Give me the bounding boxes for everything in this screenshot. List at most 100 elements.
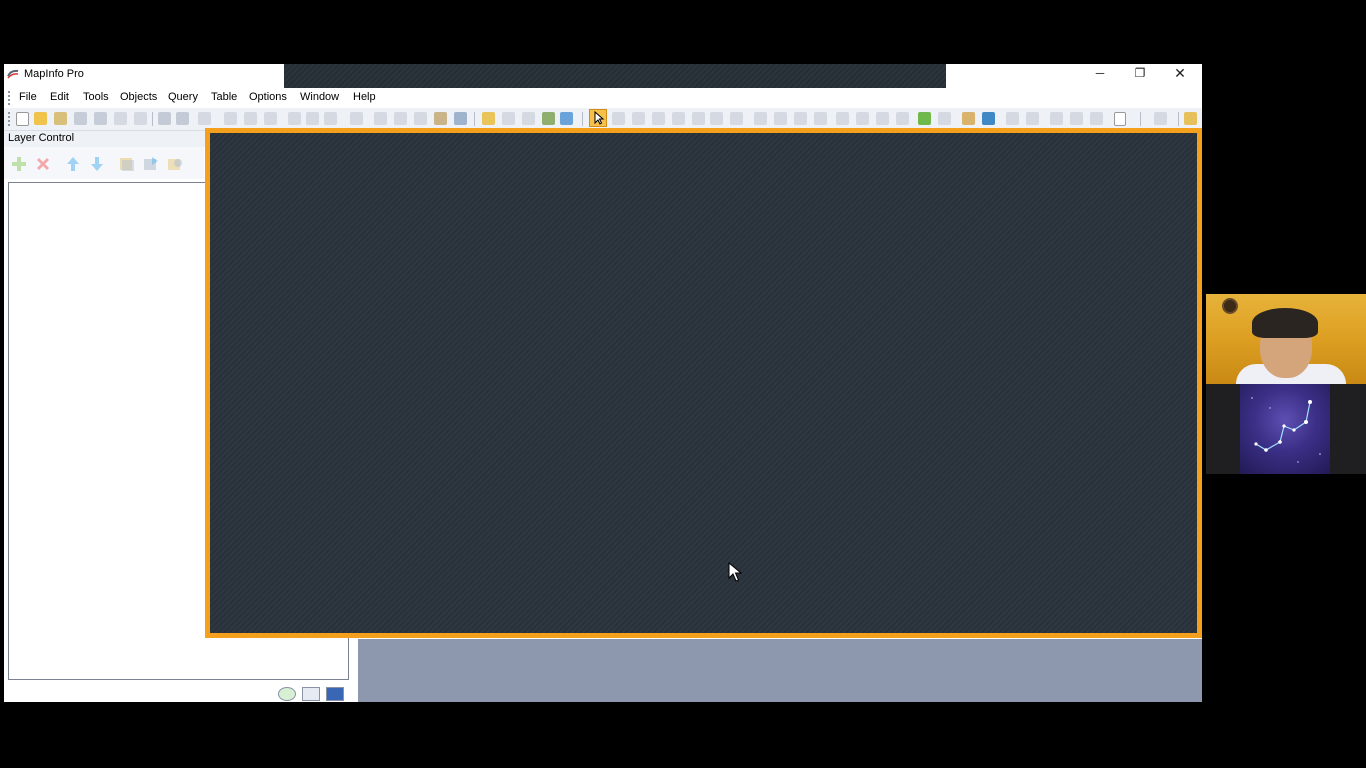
- menu-table[interactable]: Table: [211, 91, 237, 103]
- clip-icon[interactable]: [938, 112, 951, 125]
- title-bar[interactable]: MapInfo Pro ─ ❐ ✕: [4, 64, 1202, 88]
- menu-objects[interactable]: Objects: [120, 91, 157, 103]
- hotlink-icon[interactable]: [560, 112, 573, 125]
- new-table-icon[interactable]: [16, 112, 29, 126]
- restore-button[interactable]: ❐: [1120, 64, 1160, 82]
- move-up-icon[interactable]: [64, 155, 82, 173]
- clock-icon: [1222, 298, 1238, 314]
- mouse-cursor-icon: [728, 562, 742, 582]
- line-style-icon[interactable]: [856, 112, 869, 125]
- browse-icon[interactable]: [224, 112, 237, 125]
- mapinfo-logo-icon: [7, 69, 19, 79]
- change-view-icon[interactable]: [1050, 112, 1063, 125]
- menu-help[interactable]: Help: [353, 91, 376, 103]
- sql-select-icon[interactable]: [482, 112, 495, 125]
- copy-icon[interactable]: [306, 112, 319, 125]
- statistics-icon[interactable]: [414, 112, 427, 125]
- reorder-layers-icon[interactable]: [142, 155, 160, 173]
- sum-icon[interactable]: [982, 112, 995, 125]
- menu-tools[interactable]: Tools: [83, 91, 109, 103]
- map-window[interactable]: [205, 128, 1202, 638]
- title-obscured-area: [284, 64, 946, 88]
- help-icon[interactable]: [326, 687, 344, 701]
- move-down-icon[interactable]: [88, 155, 106, 173]
- layer-properties-icon[interactable]: [118, 155, 136, 173]
- paste-icon[interactable]: [324, 112, 337, 125]
- toolbar-separator: [582, 112, 583, 126]
- refresh-layers-icon[interactable]: [166, 155, 184, 173]
- legend-icon[interactable]: [962, 112, 975, 125]
- toolbar-separator: [1178, 112, 1179, 126]
- show-hide-icon[interactable]: [876, 112, 889, 125]
- open-workspace-icon[interactable]: [54, 112, 67, 125]
- toolbar-separator: [474, 112, 475, 126]
- polygon-select-icon[interactable]: [652, 112, 665, 125]
- print-preview-icon[interactable]: [198, 112, 211, 125]
- zoom-out-icon[interactable]: [730, 112, 743, 125]
- options-icon[interactable]: [302, 687, 320, 701]
- arrow-pointer-icon: [594, 110, 605, 125]
- grabber-icon[interactable]: [754, 112, 767, 125]
- unselect-icon[interactable]: [522, 112, 535, 125]
- toolbar-grip[interactable]: [8, 112, 10, 126]
- browser-icon[interactable]: [1114, 112, 1126, 126]
- layer-control-toolbar: [4, 147, 204, 179]
- symbol-icon[interactable]: [896, 112, 909, 125]
- print-icon[interactable]: [176, 112, 189, 125]
- label-tool-icon[interactable]: [794, 112, 807, 125]
- layer-control-icon[interactable]: [918, 112, 931, 125]
- zoom-in-icon[interactable]: [710, 112, 723, 125]
- save-copy-icon[interactable]: [94, 112, 107, 125]
- query-icon[interactable]: [542, 112, 555, 125]
- previous-view-icon[interactable]: [1070, 112, 1083, 125]
- tool-manager-icon[interactable]: [1184, 112, 1197, 125]
- entire-layer-icon[interactable]: [1090, 112, 1103, 125]
- cut-icon[interactable]: [288, 112, 301, 125]
- select-all-icon[interactable]: [502, 112, 515, 125]
- radius-select-icon[interactable]: [632, 112, 645, 125]
- person-hair: [1252, 308, 1318, 338]
- boundary-select-icon[interactable]: [672, 112, 685, 125]
- webcam-overlay: [1206, 294, 1366, 474]
- window-title: MapInfo Pro: [24, 68, 84, 80]
- toolbar-separator: [152, 112, 153, 126]
- thematic-icon[interactable]: [1006, 112, 1019, 125]
- drag-window-icon[interactable]: [836, 112, 849, 125]
- open-icon[interactable]: [34, 112, 47, 125]
- calculator-icon[interactable]: [454, 112, 467, 125]
- region-icon[interactable]: [692, 112, 705, 125]
- toolbar-separator: [1140, 112, 1141, 126]
- save-table-icon[interactable]: [74, 112, 87, 125]
- info-window-icon[interactable]: [434, 112, 447, 125]
- constellation-icon: [1251, 397, 1321, 463]
- menu-bar: File Edit Tools Objects Query Table Opti…: [4, 88, 1202, 109]
- menu-edit[interactable]: Edit: [50, 91, 69, 103]
- select-tool[interactable]: [589, 109, 607, 127]
- menu-file[interactable]: File: [19, 91, 37, 103]
- undo-icon[interactable]: [114, 112, 127, 125]
- layout-icon[interactable]: [374, 112, 387, 125]
- close-button[interactable]: ✕: [1160, 64, 1200, 82]
- menu-query[interactable]: Query: [168, 91, 198, 103]
- menubar-grip[interactable]: [8, 91, 10, 105]
- remove-layer-icon[interactable]: [34, 155, 52, 173]
- webcam-feed: [1206, 294, 1366, 384]
- map-icon[interactable]: [244, 112, 257, 125]
- minimize-button[interactable]: ─: [1080, 64, 1120, 82]
- ruler-icon[interactable]: [814, 112, 827, 125]
- save-icon[interactable]: [158, 112, 171, 125]
- redo-icon[interactable]: [350, 112, 363, 125]
- graph-icon[interactable]: [264, 112, 277, 125]
- menu-window[interactable]: Window: [300, 91, 339, 103]
- scale-bar-icon[interactable]: [1026, 112, 1039, 125]
- find-icon[interactable]: [134, 112, 147, 125]
- panel-title: Layer Control: [8, 132, 75, 144]
- menu-options[interactable]: Options: [249, 91, 287, 103]
- help-pointer-icon[interactable]: [1154, 112, 1167, 125]
- redistrict-icon[interactable]: [394, 112, 407, 125]
- constellation-image: [1240, 384, 1330, 474]
- info-tool-icon[interactable]: [774, 112, 787, 125]
- add-layer-icon[interactable]: [10, 155, 28, 173]
- refresh-icon[interactable]: [278, 687, 296, 701]
- marquee-select-icon[interactable]: [612, 112, 625, 125]
